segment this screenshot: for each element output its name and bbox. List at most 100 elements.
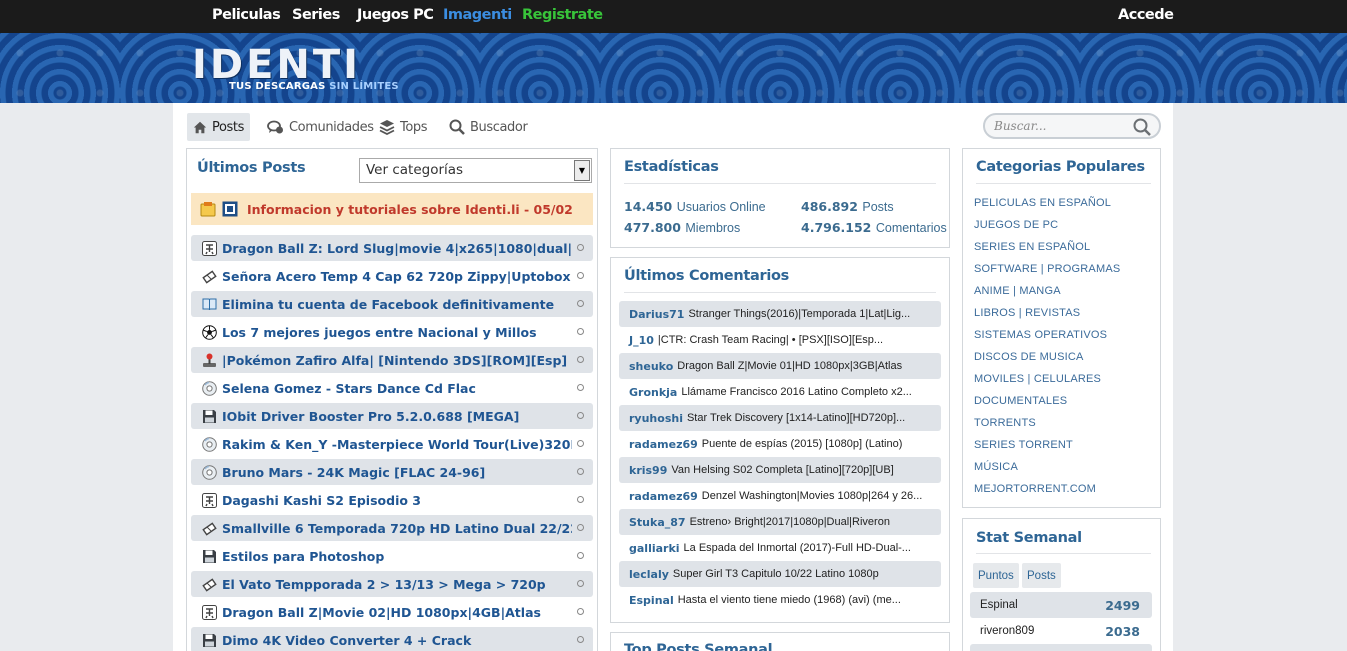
nav-imagenti[interactable]: Imagenti [443, 7, 512, 23]
post-title[interactable]: Dimo 4K Video Converter 4 + Crack [222, 633, 572, 648]
comment-user[interactable]: radamez69 [629, 490, 698, 503]
post-title[interactable]: IObit Driver Booster Pro 5.2.0.688 [MEGA… [222, 409, 572, 424]
comment-post-title[interactable]: |CTR: Crash Team Racing| • [PSX][ISO][Es… [658, 334, 883, 346]
category-select[interactable]: Ver categorías ▼ [359, 158, 592, 183]
comment-user[interactable]: Espinal [629, 594, 674, 607]
post-title[interactable]: |Pokémon Zafiro Alfa| [Nintendo 3DS][ROM… [222, 353, 572, 368]
comment-user[interactable]: Gronkja [629, 386, 677, 399]
notice-banner[interactable]: Informacion y tutoriales sobre Identi.li… [191, 193, 593, 225]
comment-row[interactable]: Gronkja Llámame Francisco 2016 Latino Com… [619, 379, 941, 405]
comment-row[interactable]: J_10 |CTR: Crash Team Racing| • [PSX][ISO… [619, 327, 941, 353]
comment-post-title[interactable]: Dragon Ball Z|Movie 01|HD 1080px|3GB|Atl… [677, 360, 902, 372]
category-link[interactable]: DISCOS DE MUSICA [974, 351, 1084, 363]
rank-row[interactable]: Espinal 2499 [970, 592, 1152, 618]
comment-row[interactable]: Darius71 Stranger Things(2016)|Temporada … [619, 301, 941, 327]
comment-user[interactable]: Stuka_87 [629, 516, 686, 529]
post-title[interactable]: Selena Gomez - Stars Dance Cd Flac [222, 381, 572, 396]
comment-user[interactable]: radamez69 [629, 438, 698, 451]
comment-row[interactable]: Espinal Hasta el viento tiene miedo (1968… [619, 587, 941, 613]
post-title[interactable]: Smallville 6 Temporada 720p HD Latino Du… [222, 521, 572, 536]
nav-series[interactable]: Series [292, 7, 340, 23]
post-title[interactable]: Dragon Ball Z: Lord Slug|movie 4|x265|10… [222, 241, 572, 256]
comment-row[interactable]: leclaly Super Girl T3 Capitulo 10/22 Lati… [619, 561, 941, 587]
category-link[interactable]: SERIES EN ESPAÑOL [974, 241, 1090, 253]
comment-row[interactable]: galliarki La Espada del Inmortal (2017)-F… [619, 535, 941, 561]
comment-row[interactable]: ryuhoshi Star Trek Discovery [1x14-Latino… [619, 405, 941, 431]
comment-post-title[interactable]: Llámame Francisco 2016 Latino Completo x… [681, 386, 912, 398]
category-link[interactable]: ANIME | MANGA [974, 285, 1061, 297]
category-link[interactable]: PELICULAS EN ESPAÑOL [974, 197, 1111, 209]
comment-user[interactable]: sheuko [629, 360, 673, 373]
post-row[interactable]: IObit Driver Booster Pro 5.2.0.688 [MEGA… [191, 403, 593, 429]
post-title[interactable]: Señora Acero Temp 4 Cap 62 720p Zippy|Up… [222, 269, 572, 284]
post-row[interactable]: Selena Gomez - Stars Dance Cd Flac [191, 375, 593, 401]
category-link[interactable]: JUEGOS DE PC [974, 219, 1058, 231]
search-submit-icon[interactable] [1133, 118, 1151, 136]
post-row[interactable]: Dagashi Kashi S2 Episodio 3 [191, 487, 593, 513]
post-row[interactable]: Bruno Mars - 24K Magic [FLAC 24-96] [191, 459, 593, 485]
post-row[interactable]: Rakim & Ken_Y -Masterpiece World Tour(Li… [191, 431, 593, 457]
post-row[interactable]: Elimina tu cuenta de Facebook definitiva… [191, 291, 593, 317]
post-title[interactable]: Dragon Ball Z|Movie 02|HD 1080px|4GB|Atl… [222, 605, 572, 620]
comment-post-title[interactable]: Star Trek Discovery [1x14-Latino][HD720p… [687, 412, 905, 424]
tab-stat-posts[interactable]: Posts [1022, 563, 1061, 588]
comment-row[interactable]: radamez69 Denzel Washington|Movies 1080p|… [619, 483, 941, 509]
category-link[interactable]: TORRENTS [974, 417, 1036, 429]
post-title[interactable]: Estilos para Photoshop [222, 549, 572, 564]
post-title[interactable]: Bruno Mars - 24K Magic [FLAC 24-96] [222, 465, 572, 480]
post-row[interactable]: El Vato Tempporada 2 > 13/13 > Mega > 72… [191, 571, 593, 597]
post-title[interactable]: El Vato Tempporada 2 > 13/13 > Mega > 72… [222, 577, 572, 592]
category-link[interactable]: SERIES TORRENT [974, 439, 1073, 451]
post-row[interactable]: Estilos para Photoshop [191, 543, 593, 569]
comment-post-title[interactable]: Puente de espías (2015) [1080p] (Latino) [702, 438, 903, 450]
comment-row[interactable]: Stuka_87 Estreno› Bright|2017|1080p|Dual|… [619, 509, 941, 535]
comment-post-title[interactable]: Hasta el viento tiene miedo (1968) (avi)… [678, 594, 901, 606]
stat-comments: 4.796.152 Comentarios [801, 219, 947, 237]
comment-user[interactable]: kris99 [629, 464, 667, 477]
tab-puntos[interactable]: Puntos [973, 563, 1019, 588]
comment-post-title[interactable]: Denzel Washington|Movies 1080p|264 y 26.… [702, 490, 923, 502]
category-link[interactable]: SISTEMAS OPERATIVOS [974, 329, 1107, 341]
post-row[interactable]: Smallville 6 Temporada 720p HD Latino Du… [191, 515, 593, 541]
nav-juegos-pc[interactable]: Juegos PC [357, 7, 434, 23]
comment-user[interactable]: galliarki [629, 542, 680, 555]
tab-tops[interactable]: Tops [373, 113, 433, 141]
comment-user[interactable]: ryuhoshi [629, 412, 683, 425]
comment-post-title[interactable]: Van Helsing S02 Completa [Latino][720p][… [671, 464, 893, 476]
comment-row[interactable]: radamez69 Puente de espías (2015) [1080p]… [619, 431, 941, 457]
category-link[interactable]: SOFTWARE | PROGRAMAS [974, 263, 1120, 275]
post-title[interactable]: Elimina tu cuenta de Facebook definitiva… [222, 297, 572, 312]
site-logo[interactable]: IDENTI [192, 45, 361, 85]
category-link[interactable]: LIBROS | REVISTAS [974, 307, 1080, 319]
comment-post-title[interactable]: Super Girl T3 Capitulo 10/22 Latino 1080… [673, 568, 879, 580]
comment-row[interactable]: kris99 Van Helsing S02 Completa [Latino][… [619, 457, 941, 483]
post-row[interactable]: Dragon Ball Z|Movie 02|HD 1080px|4GB|Atl… [191, 599, 593, 625]
tab-buscador[interactable]: Buscador [443, 113, 533, 141]
nav-peliculas[interactable]: Peliculas [212, 7, 281, 23]
post-title[interactable]: Dagashi Kashi S2 Episodio 3 [222, 493, 572, 508]
nav-registrate[interactable]: Registrate [522, 7, 603, 23]
tab-posts[interactable]: Posts [187, 113, 250, 141]
category-link[interactable]: MEJORTORRENT.COM [974, 483, 1096, 495]
comment-user[interactable]: Darius71 [629, 308, 684, 321]
post-row[interactable]: Dimo 4K Video Converter 4 + Crack [191, 627, 593, 651]
rank-row[interactable]: riveron809 2038 [970, 618, 1152, 644]
category-link[interactable]: MÚSICA [974, 461, 1018, 473]
comment-post-title[interactable]: La Espada del Inmortal (2017)-Full HD-Du… [684, 542, 911, 554]
comment-user[interactable]: leclaly [629, 568, 669, 581]
comment-post-title[interactable]: Estreno› Bright|2017|1080p|Dual|Riveron [690, 516, 890, 528]
comment-user[interactable]: J_10 [629, 334, 654, 347]
post-title[interactable]: Rakim & Ken_Y -Masterpiece World Tour(Li… [222, 437, 572, 452]
post-row[interactable]: Dragon Ball Z: Lord Slug|movie 4|x265|10… [191, 235, 593, 261]
comment-post-title[interactable]: Stranger Things(2016)|Temporada 1|Lat|Li… [688, 308, 910, 320]
post-title[interactable]: Los 7 mejores juegos entre Nacional y Mi… [222, 325, 572, 340]
search-input[interactable] [985, 115, 1125, 137]
comment-row[interactable]: sheuko Dragon Ball Z|Movie 01|HD 1080px|3… [619, 353, 941, 379]
nav-accede[interactable]: Accede [1118, 7, 1174, 23]
category-link[interactable]: MOVILES | CELULARES [974, 373, 1101, 385]
post-row[interactable]: Señora Acero Temp 4 Cap 62 720p Zippy|Up… [191, 263, 593, 289]
post-row[interactable]: |Pokémon Zafiro Alfa| [Nintendo 3DS][ROM… [191, 347, 593, 373]
category-link[interactable]: DOCUMENTALES [974, 395, 1067, 407]
tab-comunidades[interactable]: Comunidades [261, 113, 380, 141]
post-row[interactable]: Los 7 mejores juegos entre Nacional y Mi… [191, 319, 593, 345]
